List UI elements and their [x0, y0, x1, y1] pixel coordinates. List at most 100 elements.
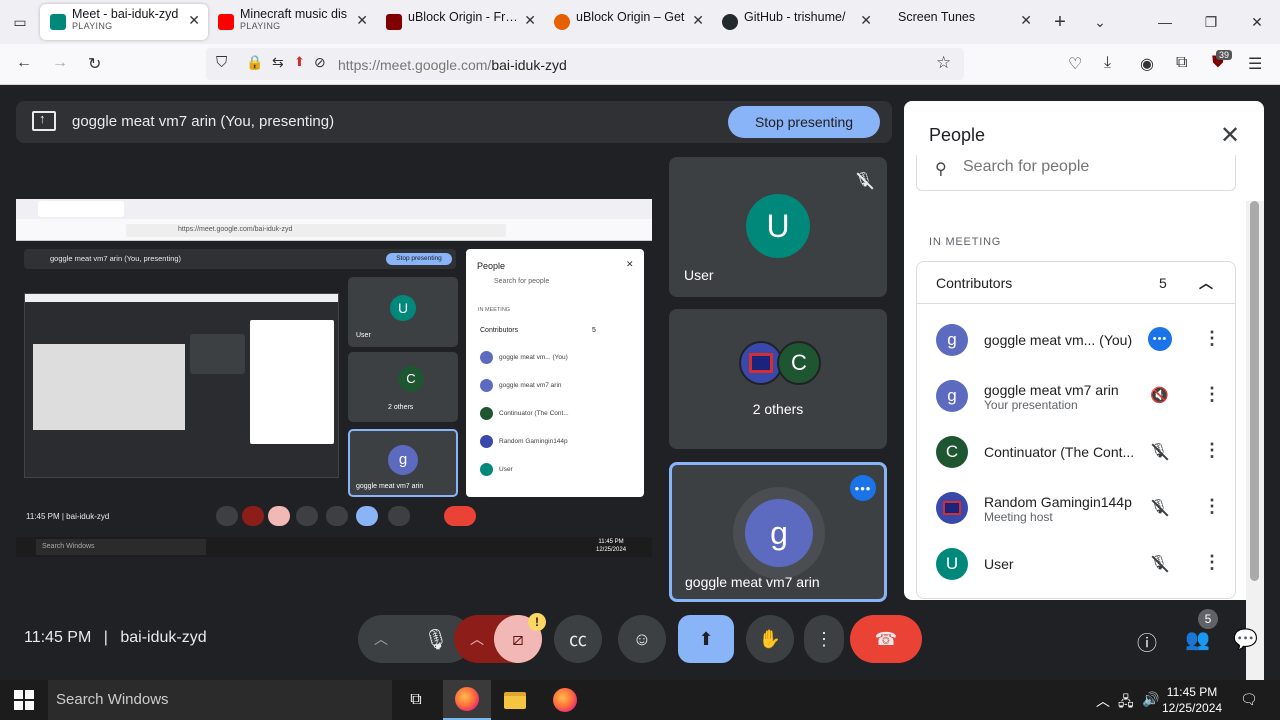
participant-tile-self[interactable]: ••• g goggle meat vm7 arin: [669, 462, 887, 602]
address-bar[interactable]: ⛉ 🔒 ⇆ ⬆ ⊘ https://meet.google.com/bai-id…: [206, 48, 964, 80]
emoji-reactions-icon[interactable]: ☺: [618, 615, 666, 663]
chevron-up-icon[interactable]: ︿: [1199, 273, 1213, 293]
window-close-icon[interactable]: ✕: [1234, 0, 1280, 44]
more-vert-icon[interactable]: ⋮: [1203, 328, 1221, 349]
more-options-icon[interactable]: •••: [850, 475, 876, 501]
permissions-icon[interactable]: ⇆: [272, 54, 284, 71]
volume-icon[interactable]: 🔊: [1142, 691, 1159, 708]
reload-icon[interactable]: ↻: [88, 54, 101, 74]
participant-tile-others[interactable]: C 2 others: [669, 309, 887, 449]
people-scrollbar[interactable]: [1246, 201, 1264, 700]
close-tab-icon[interactable]: ✕: [860, 12, 872, 29]
file-explorer-icon[interactable]: [491, 680, 539, 720]
scrollbar-thumb[interactable]: [1250, 201, 1259, 581]
tab-ublock-addons[interactable]: uBlock Origin – Get ✕: [544, 4, 712, 40]
tab-overflow-chevron-icon[interactable]: ⌄: [1080, 0, 1120, 44]
close-tab-icon[interactable]: ✕: [524, 12, 536, 29]
people-panel-title: People: [929, 125, 986, 145]
menu-icon[interactable]: ☰: [1248, 54, 1262, 74]
meeting-details-icon[interactable]: ⓘ: [1137, 627, 1157, 656]
chat-icon[interactable]: 💬: [1233, 627, 1258, 652]
forward-icon[interactable]: →: [52, 54, 68, 72]
tracking-protection-icon[interactable]: ⛉: [216, 54, 227, 71]
lock-icon[interactable]: 🔒: [246, 54, 263, 71]
taskbar-clock[interactable]: 11:45 PM 12/25/2024: [1162, 684, 1222, 716]
tab-ublock-github[interactable]: uBlock Origin - Free ✕: [376, 4, 544, 40]
contributors-header[interactable]: Contributors 5 ︿: [917, 262, 1235, 304]
avatar: [936, 492, 968, 524]
taskbar-date: 12/25/2024: [1162, 701, 1223, 715]
minimize-icon[interactable]: —: [1142, 0, 1188, 44]
raise-hand-icon[interactable]: ✋: [746, 615, 794, 663]
leave-call-icon[interactable]: ☎: [850, 615, 922, 663]
captions-icon[interactable]: ㏄: [554, 615, 602, 663]
mini-control-bar: 11:45 PM | bai-iduk-zyd: [16, 497, 652, 537]
downloads-icon[interactable]: ⤓: [1104, 54, 1111, 72]
more-options-vert-icon[interactable]: ⋮: [804, 615, 844, 663]
stop-presenting-button[interactable]: Stop presenting: [728, 106, 880, 138]
participant-row[interactable]: g goggle meat vm7 arin Your presentation…: [917, 368, 1235, 424]
extensions-icon[interactable]: ⧉: [1176, 54, 1187, 72]
taskbar-firefox-icon[interactable]: [443, 680, 491, 720]
participant-tile-user[interactable]: 🎙 U User: [669, 157, 887, 297]
shared-screen-preview: https://meet.google.com/bai-iduk-zyd gog…: [16, 199, 652, 559]
participant-name: User: [984, 556, 1014, 572]
people-search-box[interactable]: ⚲: [916, 155, 1236, 191]
mic-off-icon: 🎙: [1150, 442, 1170, 462]
back-icon[interactable]: ←: [16, 54, 32, 72]
network-icon[interactable]: 🖧: [1118, 691, 1134, 715]
more-vert-icon[interactable]: ⋮: [1203, 552, 1221, 573]
taskbar-time: 11:45 PM: [1166, 685, 1218, 699]
participant-row[interactable]: g goggle meat vm... (You) ••• ⋮: [917, 312, 1235, 368]
account-icon[interactable]: ◉: [1140, 54, 1154, 74]
tile-name: User: [684, 267, 714, 283]
close-tab-icon[interactable]: ✕: [356, 12, 368, 29]
present-now-icon[interactable]: ⬆: [678, 615, 734, 663]
tray-chevron-icon[interactable]: ︿: [1096, 691, 1110, 711]
contributors-count: 5: [1159, 275, 1167, 291]
contributors-group: Contributors 5 ︿ g goggle meat vm... (Yo…: [916, 261, 1236, 599]
mini-nav-bar: https://meet.google.com/bai-iduk-zyd: [16, 219, 652, 241]
participant-row[interactable]: U User 🎙 ⋮: [917, 536, 1235, 592]
new-tab-button[interactable]: +: [1040, 0, 1080, 44]
participant-row[interactable]: C Continuator (The Cont... 🎙 ⋮: [917, 424, 1235, 480]
more-vert-icon[interactable]: ⋮: [1203, 496, 1221, 517]
windows-start-icon[interactable]: [14, 690, 34, 710]
participant-name: Random Gamingin144p: [984, 494, 1132, 510]
close-tab-icon[interactable]: ✕: [1020, 12, 1032, 29]
tab-minecraft[interactable]: Minecraft music dis PLAYING ✕: [208, 4, 376, 40]
tab-list-icon[interactable]: ▭: [0, 0, 40, 44]
microphone-icon[interactable]: 🎙: [412, 615, 460, 663]
mini-stop-button: Stop presenting: [386, 253, 452, 265]
people-icon[interactable]: 👥: [1185, 627, 1210, 652]
mini-search: Search for people: [494, 278, 550, 285]
participant-row[interactable]: Random Gamingin144p Meeting host 🎙 ⋮: [917, 480, 1235, 536]
mini-taskbar-search: Search Windows: [36, 539, 206, 555]
tab-meet[interactable]: Meet - bai-iduk-zyd PLAYING ✕: [40, 4, 208, 40]
people-search-input[interactable]: [963, 158, 1213, 176]
close-panel-icon[interactable]: ✕: [1220, 121, 1240, 150]
close-tab-icon[interactable]: ✕: [188, 12, 200, 29]
taskbar-search[interactable]: Search Windows: [48, 680, 392, 720]
notifications-icon[interactable]: 🗨: [1240, 691, 1258, 708]
mini-row: Continuator (The Cont...: [480, 407, 569, 420]
more-vert-icon[interactable]: ⋮: [1203, 384, 1221, 405]
participant-name: Continuator (The Cont...: [984, 444, 1135, 460]
pocket-icon[interactable]: ♡: [1068, 54, 1082, 74]
bookmark-star-icon[interactable]: ☆: [936, 53, 951, 73]
game-avatar-icon: [749, 353, 773, 373]
autoplay-blocked-icon[interactable]: ⊘: [314, 54, 326, 71]
task-view-icon[interactable]: ⧉: [392, 680, 440, 720]
tab-github[interactable]: GitHub - trishume/ ✕: [712, 4, 880, 40]
taskbar-firefox-2-icon[interactable]: [541, 680, 589, 720]
mini-tile-name: User: [356, 332, 371, 339]
restore-icon[interactable]: ❐: [1188, 0, 1234, 44]
mini-presenting-banner: goggle meat vm7 arin (You, presenting) S…: [24, 249, 456, 269]
audio-options-chevron-icon[interactable]: ︿: [374, 629, 388, 649]
tab-screen-tunes[interactable]: Screen Tunes ✕: [880, 4, 1040, 40]
presenting-text: goggle meat vm7 arin (You, presenting): [72, 113, 335, 130]
close-tab-icon[interactable]: ✕: [692, 12, 704, 29]
more-vert-icon[interactable]: ⋮: [1203, 440, 1221, 461]
screen-share-indicator-icon[interactable]: ⬆: [294, 54, 305, 70]
video-options-chevron-icon[interactable]: ︿: [470, 629, 484, 649]
